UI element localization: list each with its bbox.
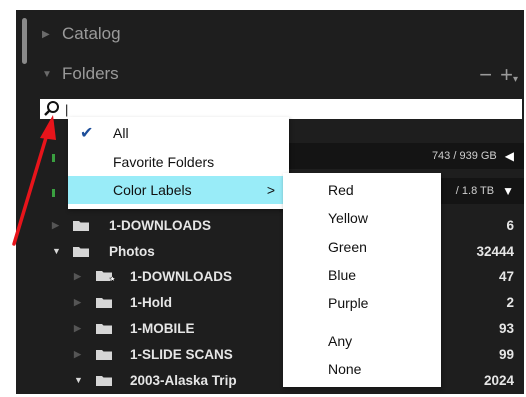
folder-name: 1-DOWNLOADS [109, 217, 211, 233]
submenu-item-blue[interactable]: Blue [283, 261, 441, 289]
submenu-item-purple[interactable]: Purple [283, 289, 441, 317]
folder-name: 1-Hold [130, 294, 172, 310]
volume-status-icon [52, 154, 55, 162]
volume-expand-icon: ▼ [502, 184, 514, 198]
folder-count: 6 [506, 217, 514, 233]
folder-icon [73, 247, 89, 257]
folder-name: 2003-Alaska Trip [130, 372, 237, 388]
submenu-item-none[interactable]: None [283, 355, 441, 383]
collapsed-triangle-icon[interactable]: ▶ [74, 297, 81, 308]
folder-count: 2024 [483, 372, 514, 388]
folder-count: 2 [506, 294, 514, 310]
collapsed-triangle-icon: ▶ [42, 28, 50, 40]
folder-icon [73, 221, 89, 231]
search-icon[interactable] [43, 100, 61, 118]
folder-count: 32444 [476, 243, 514, 259]
folder-actions: − +▾ [479, 64, 518, 86]
menu-item-color-labels[interactable]: Color Labels > [68, 176, 289, 204]
menu-item-label: All [113, 125, 129, 141]
folder-icon [96, 324, 112, 334]
collapsed-triangle-icon[interactable]: ▶ [52, 220, 59, 231]
collapsed-triangle-icon[interactable]: ▶ [74, 323, 81, 334]
favorite-folder-icon [96, 271, 116, 282]
folder-row[interactable]: ▶ 1-DOWNLOADS 6 [16, 214, 524, 236]
collapsed-triangle-icon[interactable]: ▶ [74, 349, 81, 360]
expanded-triangle-icon[interactable]: ▼ [52, 246, 61, 256]
folder-icon [96, 376, 112, 386]
folder-name: 1-MOBILE [130, 320, 195, 336]
menu-item-favorite-folders[interactable]: Favorite Folders [68, 148, 289, 176]
catalog-label: Catalog [62, 24, 121, 43]
folder-row[interactable]: ▶ 1-Hold 2 [16, 291, 524, 313]
menu-item-label: Color Labels [113, 182, 192, 198]
volume-usage: 743 / 939 GB [431, 150, 497, 162]
folder-count: 93 [498, 320, 514, 336]
folders-section-header[interactable]: ▼ Folders [42, 62, 119, 86]
remove-folder-button[interactable]: − [479, 64, 492, 86]
folder-name: 1-SLIDE SCANS [130, 346, 233, 362]
folder-name: Photos [109, 243, 155, 259]
search-input[interactable] [61, 100, 485, 118]
folders-label: Folders [62, 64, 119, 83]
menu-item-label: Favorite Folders [113, 154, 215, 170]
folder-row[interactable]: ▶ 1-DOWNLOADS 47 [16, 265, 524, 287]
checkmark-icon: ✔ [80, 125, 94, 142]
folder-row[interactable]: ▼ 2003-Alaska Trip 2024 [16, 369, 524, 391]
catalog-section-header[interactable]: ▶ Catalog [42, 22, 121, 46]
volume-indicator-icon: ◀ [504, 149, 514, 163]
submenu-arrow-icon: > [266, 182, 275, 198]
folder-icon [96, 298, 112, 308]
submenu-item-red[interactable]: Red [283, 176, 441, 204]
collapsed-triangle-icon[interactable]: ▶ [74, 271, 81, 282]
submenu-item-any[interactable]: Any [283, 327, 441, 355]
volume-row[interactable]: 743 / 939 GB ◀ [282, 143, 524, 169]
folder-row[interactable]: ▼ Photos 32444 [16, 240, 524, 262]
folder-row[interactable]: ▶ 1-SLIDE SCANS 99 [16, 343, 524, 365]
volume-usage: / 1.8 TB [455, 185, 495, 197]
folder-search-bar[interactable] [40, 99, 522, 119]
folder-row[interactable]: ▶ 1-MOBILE 93 [16, 317, 524, 339]
folder-icon [96, 350, 112, 360]
volume-status-icon [52, 189, 55, 197]
folder-count: 47 [498, 268, 514, 284]
folder-name: 1-DOWNLOADS [130, 268, 232, 284]
menu-item-all[interactable]: ✔ All [68, 119, 289, 147]
folder-count: 99 [498, 346, 514, 362]
color-labels-submenu: Red Yellow Green Blue Purple Any None [283, 173, 441, 387]
add-folder-button[interactable]: +▾ [500, 64, 518, 86]
scrollbar[interactable] [22, 18, 27, 64]
submenu-item-green[interactable]: Green [283, 233, 441, 261]
expanded-triangle-icon: ▼ [42, 68, 52, 80]
submenu-item-yellow[interactable]: Yellow [283, 204, 441, 232]
folder-filter-menu: ✔ All Favorite Folders Color Labels > [68, 117, 289, 209]
expanded-triangle-icon[interactable]: ▼ [74, 375, 83, 385]
